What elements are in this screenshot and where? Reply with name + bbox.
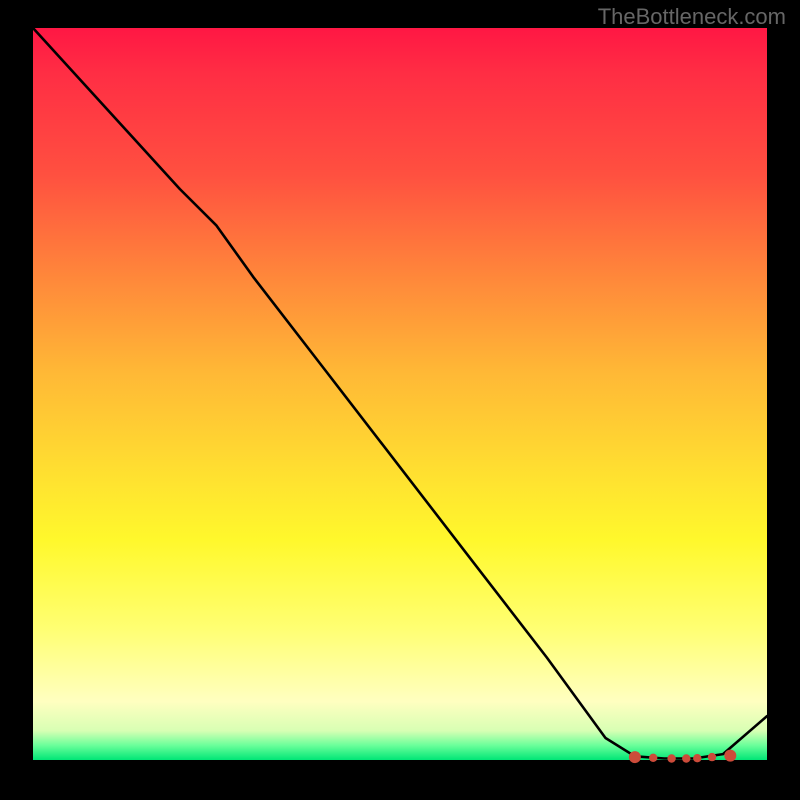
highlight-marker bbox=[649, 754, 657, 762]
highlight-marker bbox=[667, 754, 675, 762]
watermark-label: TheBottleneck.com bbox=[598, 4, 786, 30]
highlight-marker bbox=[693, 754, 701, 762]
highlight-marker bbox=[629, 751, 641, 763]
chart-svg bbox=[33, 28, 767, 760]
highlight-marker bbox=[724, 750, 736, 762]
line-series-curve bbox=[33, 28, 767, 759]
highlight-marker bbox=[682, 754, 690, 762]
highlight-marker bbox=[708, 753, 716, 761]
